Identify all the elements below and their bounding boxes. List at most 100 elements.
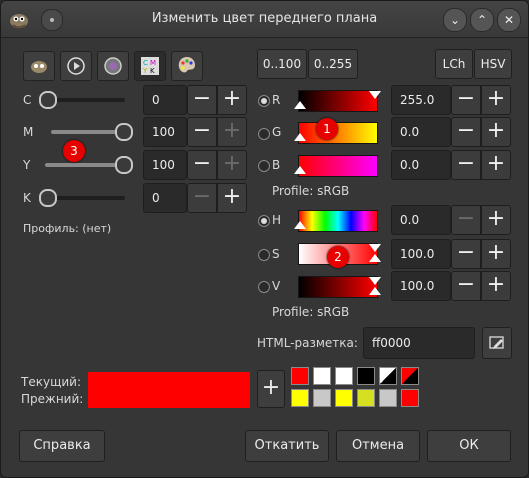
cmyk-tab[interactable]: C M Y K <box>134 51 166 81</box>
annotation-badge-3: 3 <box>63 140 85 162</box>
c-increment-button[interactable]: + <box>217 85 247 115</box>
s-value-field[interactable]: 100.0 <box>391 239 451 269</box>
history-swatch[interactable] <box>313 389 331 407</box>
v-radio[interactable] <box>258 281 270 293</box>
history-swatch[interactable] <box>291 389 309 407</box>
r-value-field[interactable]: 255.0 <box>391 85 451 115</box>
g-radio[interactable] <box>258 128 270 140</box>
y-increment-button[interactable]: + <box>217 150 247 180</box>
maximize-button[interactable]: ⌃ <box>470 8 494 32</box>
watercolor-icon <box>67 57 85 75</box>
color-picker-button[interactable] <box>482 327 512 359</box>
v-top-marker <box>369 277 381 285</box>
palette-tab[interactable] <box>171 51 203 81</box>
b-radio[interactable] <box>258 160 270 172</box>
s-label: S <box>272 247 280 261</box>
k-decrement-button[interactable]: − <box>187 183 217 213</box>
y-value-field[interactable]: 100 <box>143 150 187 180</box>
history-swatch[interactable] <box>379 367 397 385</box>
svg-text:K: K <box>150 67 155 75</box>
svg-text:M: M <box>150 59 156 67</box>
m-label: M <box>23 125 34 139</box>
history-swatch[interactable] <box>401 389 419 407</box>
svg-text:Y: Y <box>142 67 148 75</box>
s-increment-button[interactable]: + <box>481 239 511 269</box>
m-increment-button[interactable]: + <box>217 117 247 147</box>
history-swatch[interactable] <box>401 367 419 385</box>
reset-button[interactable]: Откатить <box>245 430 329 462</box>
y-label: Y <box>23 158 31 172</box>
minimize-button[interactable]: ⌄ <box>443 8 467 32</box>
current-color-swatch <box>88 372 250 390</box>
watercolor-tab[interactable] <box>60 51 92 81</box>
g-decrement-button[interactable]: − <box>451 117 481 147</box>
history-swatch[interactable] <box>357 389 375 407</box>
m-decrement-button[interactable]: − <box>187 117 217 147</box>
cancel-button[interactable]: Отмена <box>336 430 420 462</box>
h-marker <box>294 221 306 229</box>
lch-button[interactable]: LCh <box>435 49 473 79</box>
b-decrement-button[interactable]: − <box>451 150 481 180</box>
m-slider-knob[interactable] <box>115 123 133 141</box>
h-value-field[interactable]: 0.0 <box>391 205 451 235</box>
scales-icon <box>31 61 47 73</box>
k-slider-knob[interactable] <box>39 189 57 207</box>
g-label: G <box>272 125 282 139</box>
close-button[interactable]: ✕ <box>497 8 521 32</box>
previous-color-swatch <box>88 390 250 408</box>
add-to-history-button[interactable]: + <box>257 370 285 408</box>
s-bottom-marker <box>369 254 381 262</box>
eyedropper-icon <box>489 336 504 349</box>
c-decrement-button[interactable]: − <box>187 85 217 115</box>
v-value-field[interactable]: 100.0 <box>391 271 451 301</box>
history-swatch[interactable] <box>291 367 309 385</box>
r-increment-button[interactable]: + <box>481 85 511 115</box>
b-gradient-slider[interactable] <box>298 155 378 177</box>
b-value-field[interactable]: 0.0 <box>391 150 451 180</box>
h-radio[interactable] <box>258 215 270 227</box>
r-decrement-button[interactable]: − <box>451 85 481 115</box>
g-gradient-slider[interactable] <box>298 122 378 144</box>
b-marker <box>294 166 306 174</box>
range-0-100-button[interactable]: 0..100 <box>257 49 307 79</box>
annotation-badge-2: 2 <box>327 246 349 268</box>
html-notation-input[interactable]: ff0000 <box>363 327 475 359</box>
r-radio[interactable] <box>258 95 270 107</box>
history-swatch[interactable] <box>379 389 397 407</box>
h-decrement-button[interactable]: − <box>451 205 481 235</box>
hsv-profile-label: Profile: sRGB <box>272 305 350 319</box>
k-value-field[interactable]: 0 <box>143 183 187 213</box>
k-increment-button[interactable]: + <box>217 183 247 213</box>
history-swatch[interactable] <box>335 367 353 385</box>
history-swatch[interactable] <box>335 389 353 407</box>
r-gradient-slider[interactable] <box>298 90 378 112</box>
palette-icon <box>178 57 195 73</box>
m-value-field[interactable]: 100 <box>143 117 187 147</box>
help-button[interactable]: Справка <box>19 430 105 462</box>
h-increment-button[interactable]: + <box>481 205 511 235</box>
v-decrement-button[interactable]: − <box>451 271 481 301</box>
previous-color-label: Прежний: <box>21 392 84 406</box>
g-increment-button[interactable]: + <box>481 117 511 147</box>
history-swatch[interactable] <box>313 367 331 385</box>
wheel-tab[interactable] <box>97 51 129 81</box>
y-decrement-button[interactable]: − <box>187 150 217 180</box>
s-radio[interactable] <box>258 249 270 261</box>
scales-tab[interactable] <box>23 51 55 81</box>
c-slider-knob[interactable] <box>39 91 57 109</box>
g-value-field[interactable]: 0.0 <box>391 117 451 147</box>
r-min-marker <box>294 101 306 109</box>
b-increment-button[interactable]: + <box>481 150 511 180</box>
history-swatch[interactable] <box>357 367 375 385</box>
v-increment-button[interactable]: + <box>481 271 511 301</box>
ok-button[interactable]: ОК <box>427 430 511 462</box>
s-decrement-button[interactable]: − <box>451 239 481 269</box>
hsv-button[interactable]: HSV <box>474 49 512 79</box>
y-slider-knob[interactable] <box>115 156 133 174</box>
range-0-255-button[interactable]: 0..255 <box>308 49 358 79</box>
b-label: B <box>272 158 281 172</box>
html-notation-label: HTML-разметка: <box>257 336 358 350</box>
v-gradient-slider[interactable] <box>298 276 378 298</box>
h-gradient-slider[interactable] <box>298 210 378 232</box>
c-value-field[interactable]: 0 <box>143 85 187 115</box>
